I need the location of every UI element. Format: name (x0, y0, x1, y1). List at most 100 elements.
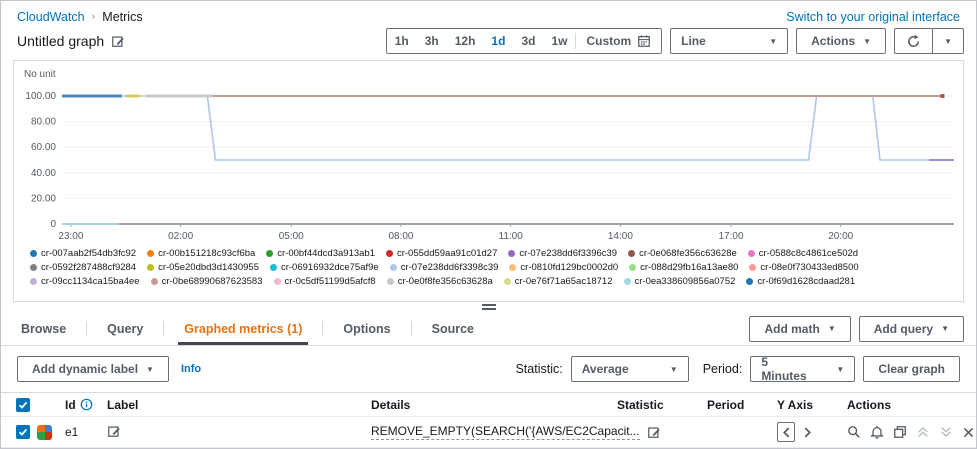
legend-item[interactable]: cr-0ea338609856a0752 (623, 275, 736, 288)
legend-item[interactable]: cr-06916932dce75af9e (269, 261, 379, 274)
period-select[interactable]: 5 Minutes ▼ (750, 355, 856, 383)
legend-item[interactable]: cr-088d29fb16a13ae80 (629, 261, 738, 274)
column-details[interactable]: Details (371, 398, 617, 412)
graph-type-select[interactable]: Line ▼ (670, 28, 789, 54)
tab-graphed-metrics[interactable]: Graphed metrics (1) (164, 312, 322, 345)
legend-item[interactable]: cr-0810fd129bc0002d0 (509, 261, 618, 274)
add-query-button[interactable]: Add query ▼ (858, 315, 964, 342)
clear-graph-button[interactable]: Clear graph (863, 356, 960, 382)
zoom-metric-icon[interactable] (847, 425, 861, 439)
edit-label-icon[interactable] (107, 424, 121, 438)
legend-item[interactable]: cr-0be68990687623583 (150, 275, 263, 288)
legend-item[interactable]: cr-00b151218c93cf6ba (147, 247, 255, 260)
legend-label: cr-00bf44dcd3a913ab1 (277, 248, 375, 259)
legend-item[interactable]: cr-00bf44dcd3a913ab1 (266, 247, 375, 260)
info-icon[interactable] (80, 398, 93, 411)
breadcrumb-cloudwatch[interactable]: CloudWatch (17, 10, 85, 24)
legend-item[interactable]: cr-05e20dbd3d1430955 (147, 261, 259, 274)
column-period[interactable]: Period (707, 398, 777, 412)
y-axis-right-button[interactable] (798, 422, 816, 442)
legend-item[interactable]: cr-055dd59aa91c01d27 (385, 247, 497, 260)
legend-color-dot-icon (147, 250, 155, 257)
cloudwatch-metrics-page: CloudWatch › Metrics Switch to your orig… (0, 0, 977, 449)
legend-label: cr-088d29fb16a13ae80 (640, 262, 739, 273)
breadcrumb-metrics[interactable]: Metrics (102, 10, 142, 24)
column-label[interactable]: Label (107, 398, 371, 412)
column-y-axis[interactable]: Y Axis (777, 398, 847, 412)
custom-range-label: Custom (586, 34, 632, 48)
tab-options[interactable]: Options (323, 312, 410, 345)
metric-id: e1 (65, 425, 79, 439)
legend-color-dot-icon (389, 264, 397, 271)
metric-details[interactable]: REMOVE_EMPTY(SEARCH('{AWS/EC2Capacit... (371, 424, 640, 440)
legend-color-dot-icon (623, 278, 631, 285)
row-checkbox[interactable] (16, 425, 30, 439)
actions-button[interactable]: Actions ▼ (796, 28, 887, 54)
edit-details-icon[interactable] (647, 425, 661, 439)
custom-range-button[interactable]: Custom (576, 34, 661, 48)
statistic-select[interactable]: Average ▼ (570, 356, 689, 382)
range-12h[interactable]: 12h (447, 34, 484, 48)
move-up-icon[interactable] (916, 425, 930, 439)
statistic-value: Average (581, 362, 629, 376)
range-1d[interactable]: 1d (483, 34, 513, 48)
chevron-down-icon: ▼ (863, 36, 872, 46)
legend-item[interactable]: cr-0f69d1628cdaad281 (746, 275, 855, 288)
clear-graph-label: Clear graph (878, 362, 945, 376)
period-value: 5 Minutes (761, 355, 807, 383)
legend-item[interactable]: cr-0e068fe356c63628e (628, 247, 737, 260)
legend-label: cr-05e20dbd3d1430955 (158, 262, 259, 273)
move-down-icon[interactable] (939, 425, 953, 439)
info-link[interactable]: Info (181, 363, 201, 375)
chevron-down-icon: ▼ (836, 364, 845, 374)
chevron-down-icon: ▼ (146, 364, 154, 374)
resize-grip-icon[interactable] (481, 304, 496, 310)
tab-source[interactable]: Source (412, 312, 494, 345)
add-math-button[interactable]: Add math ▼ (749, 315, 851, 342)
legend-item[interactable]: cr-0c5df51199d5afcf8 (273, 275, 376, 288)
legend-label: cr-0ea338609856a0752 (634, 276, 736, 287)
legend-item[interactable]: cr-07e238dd6f3398c39 (389, 261, 498, 274)
period-label: Period: (702, 362, 743, 376)
swatch-q3 (37, 432, 45, 440)
legend-label: cr-007aab2f54db3fc92 (41, 248, 137, 259)
range-1h[interactable]: 1h (387, 34, 417, 48)
legend-color-dot-icon (386, 278, 394, 285)
remove-metric-icon[interactable] (962, 426, 975, 439)
top-bar: CloudWatch › Metrics Switch to your orig… (1, 1, 976, 26)
swatch-q2 (44, 424, 52, 432)
range-1w[interactable]: 1w (543, 34, 575, 48)
tab-query[interactable]: Query (87, 312, 163, 345)
refresh-options-button[interactable]: ▼ (933, 29, 963, 53)
legend-item[interactable]: cr-0e76f71a65ac18712 (503, 275, 613, 288)
legend-item[interactable]: cr-0e0f8fe356c63628a (386, 275, 493, 288)
legend-item[interactable]: cr-07e238dd6f3396c39 (508, 247, 617, 260)
legend-item[interactable]: cr-09cc1134ca15ba4ee (30, 275, 140, 288)
legend-item[interactable]: cr-007aab2f54db3fc92 (30, 247, 136, 260)
add-dynamic-label-button[interactable]: Add dynamic label ▼ (17, 356, 169, 382)
duplicate-icon[interactable] (893, 425, 907, 439)
select-all-checkbox[interactable] (16, 397, 30, 412)
legend-color-dot-icon (629, 264, 637, 271)
chevron-right-icon (804, 426, 811, 438)
column-actions[interactable]: Actions (847, 398, 962, 412)
range-3h[interactable]: 3h (417, 34, 447, 48)
legend-item[interactable]: cr-0588c8c4861ce502d (747, 247, 858, 260)
legend-color-dot-icon (30, 264, 37, 271)
legend-label: cr-08e0f730433ed8500 (760, 262, 859, 273)
range-3d[interactable]: 3d (513, 34, 543, 48)
metric-chart-svg[interactable]: 100.00 80.00 60.00 40.00 20.00 023:00 02:00 05:… (14, 79, 967, 249)
column-statistic[interactable]: Statistic (617, 398, 707, 412)
legend-item[interactable]: cr-0592f287488cf9284 (30, 261, 136, 274)
y-axis-left-button[interactable] (777, 422, 795, 442)
refresh-button[interactable] (895, 29, 932, 53)
tab-browse[interactable]: Browse (1, 312, 86, 345)
create-alarm-icon[interactable] (870, 425, 884, 439)
svg-text:100.00: 100.00 (25, 91, 56, 102)
graphed-metrics-table: Id Label Details Statistic Period Y Axis… (1, 392, 976, 448)
legend-item[interactable]: cr-08e0f730433ed8500 (749, 261, 859, 274)
chart-legend: cr-007aab2f54db3fc92 cr-00b151218c93cf6ba… (30, 247, 955, 288)
switch-interface-link[interactable]: Switch to your original interface (786, 10, 960, 24)
column-id[interactable]: Id (65, 398, 76, 412)
edit-title-icon[interactable] (111, 34, 125, 48)
